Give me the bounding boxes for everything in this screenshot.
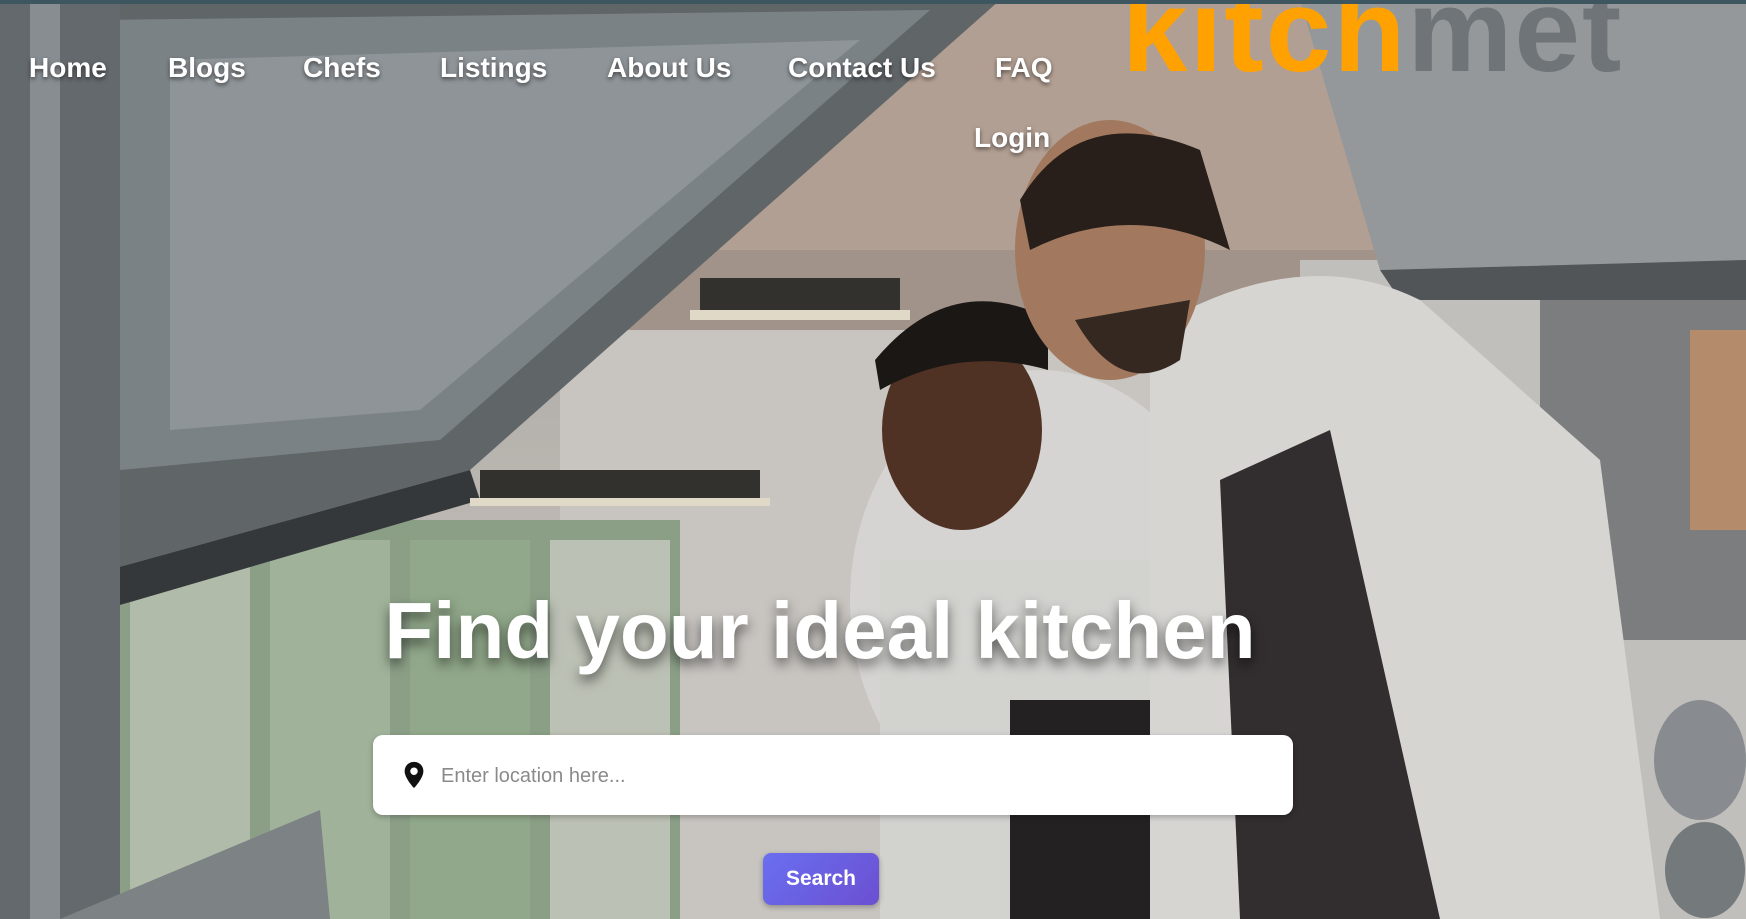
logo-text-secondary: met [1407,0,1624,97]
nav-link-chefs[interactable]: Chefs [303,52,381,84]
location-search-input[interactable] [439,751,1273,801]
search-button[interactable]: Search [763,853,879,905]
hero-headline: Find your ideal kitchen [384,586,1256,675]
nav-link-blogs[interactable]: Blogs [168,52,246,84]
nav-link-contact-us[interactable]: Contact Us [788,52,936,84]
map-pin-icon [404,761,424,789]
nav-link-login[interactable]: Login [974,122,1050,154]
logo-text-primary: kitch [1122,0,1408,97]
nav-link-listings[interactable]: Listings [440,52,547,84]
nav-link-faq[interactable]: FAQ [995,52,1053,84]
top-border [0,0,1746,4]
nav-link-about-us[interactable]: About Us [607,52,731,84]
site-logo[interactable]: kitchmet [1122,0,1623,90]
nav-link-home[interactable]: Home [29,52,107,84]
location-search-bar [373,735,1293,815]
